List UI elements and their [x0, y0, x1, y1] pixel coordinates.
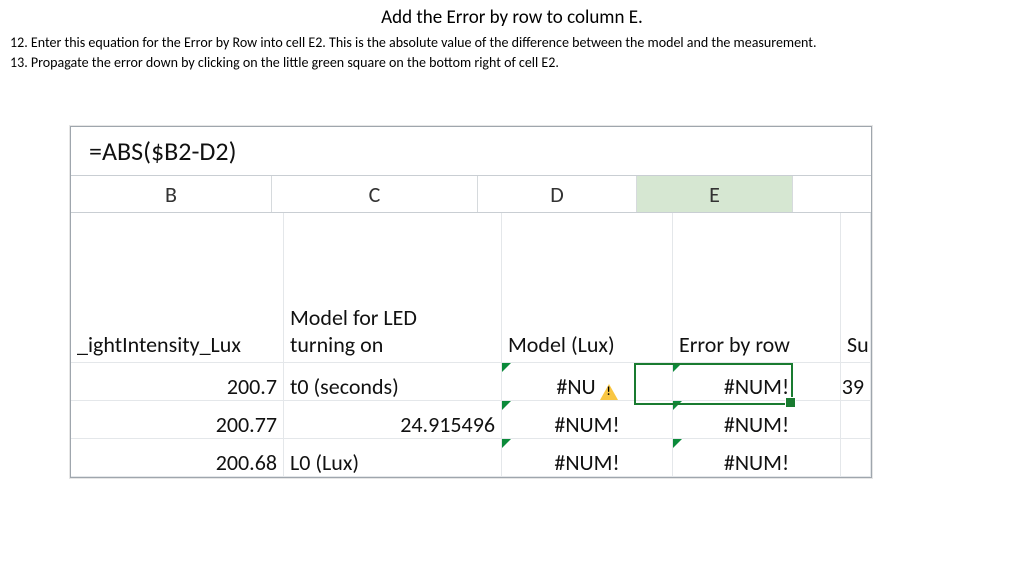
- cell-d-header[interactable]: Model (Lux): [502, 213, 673, 363]
- cell-c3[interactable]: 24.915496: [284, 401, 502, 439]
- cell-c-header-line1: Model for LED: [290, 304, 417, 331]
- formula-bar[interactable]: =ABS($B2-D2): [71, 127, 871, 176]
- cell-d3-value: #NUM!: [554, 411, 619, 438]
- cell-e4[interactable]: #NUM!: [673, 439, 841, 477]
- cell-c-header-line2: turning on: [290, 331, 383, 358]
- cell-e2[interactable]: #NUM!: [673, 363, 841, 401]
- step-13: 13. Propagate the error down by clicking…: [10, 53, 1024, 73]
- cell-c-header[interactable]: Model for LED turning on: [284, 213, 502, 363]
- step-12: 12. Enter this equation for the Error by…: [10, 33, 1024, 53]
- table-row: 200.7 t0 (seconds) #NU #NUM! 39: [71, 363, 871, 401]
- grid: _ightIntensity_Lux Model for LED turning…: [71, 213, 871, 477]
- cell-d2-value: #NU: [556, 373, 595, 400]
- error-indicator-icon: [502, 401, 511, 410]
- cell-d3[interactable]: #NUM!: [502, 401, 673, 439]
- cell-f-header[interactable]: Sum: [841, 213, 871, 363]
- error-indicator-icon: [502, 439, 511, 448]
- cell-f4[interactable]: [841, 439, 871, 477]
- cell-f2[interactable]: 39: [841, 363, 871, 401]
- instructions: 12. Enter this equation for the Error by…: [10, 33, 1024, 74]
- cell-b4[interactable]: 200.68: [71, 439, 284, 477]
- cell-d4[interactable]: #NUM!: [502, 439, 673, 477]
- cell-e3-value: #NUM!: [724, 411, 789, 438]
- error-indicator-icon: [673, 439, 682, 448]
- cell-b3[interactable]: 200.77: [71, 401, 284, 439]
- cell-f3[interactable]: [841, 401, 871, 439]
- cell-e3[interactable]: #NUM!: [673, 401, 841, 439]
- table-row: 200.68 L0 (Lux) #NUM! #NUM!: [71, 439, 871, 477]
- warning-icon[interactable]: [600, 384, 618, 400]
- cell-e2-value: #NUM!: [724, 373, 789, 400]
- table-row: _ightIntensity_Lux Model for LED turning…: [71, 213, 871, 363]
- cell-b2[interactable]: 200.7: [71, 363, 284, 401]
- col-header-f[interactable]: [793, 176, 871, 212]
- column-headers: B C D E: [71, 176, 871, 213]
- col-header-d[interactable]: D: [478, 176, 637, 212]
- error-indicator-icon: [502, 363, 511, 372]
- cell-e-header[interactable]: Error by row: [673, 213, 841, 363]
- cell-c2[interactable]: t0 (seconds): [284, 363, 502, 401]
- cell-b-header[interactable]: _ightIntensity_Lux: [71, 213, 284, 363]
- slide-title: Add the Error by row to column E.: [0, 6, 1024, 29]
- spreadsheet-screenshot: =ABS($B2-D2) B C D E _ightIntensity_Lux …: [70, 126, 872, 478]
- col-header-c[interactable]: C: [272, 176, 478, 212]
- cell-d2[interactable]: #NU: [502, 363, 673, 401]
- col-header-b[interactable]: B: [71, 176, 272, 212]
- cell-e4-value: #NUM!: [724, 449, 789, 476]
- cell-c4[interactable]: L0 (Lux): [284, 439, 502, 477]
- col-header-e[interactable]: E: [637, 176, 793, 212]
- cell-d4-value: #NUM!: [554, 449, 619, 476]
- table-row: 200.77 24.915496 #NUM! #NUM!: [71, 401, 871, 439]
- error-indicator-icon: [673, 401, 682, 410]
- error-indicator-icon: [673, 363, 682, 372]
